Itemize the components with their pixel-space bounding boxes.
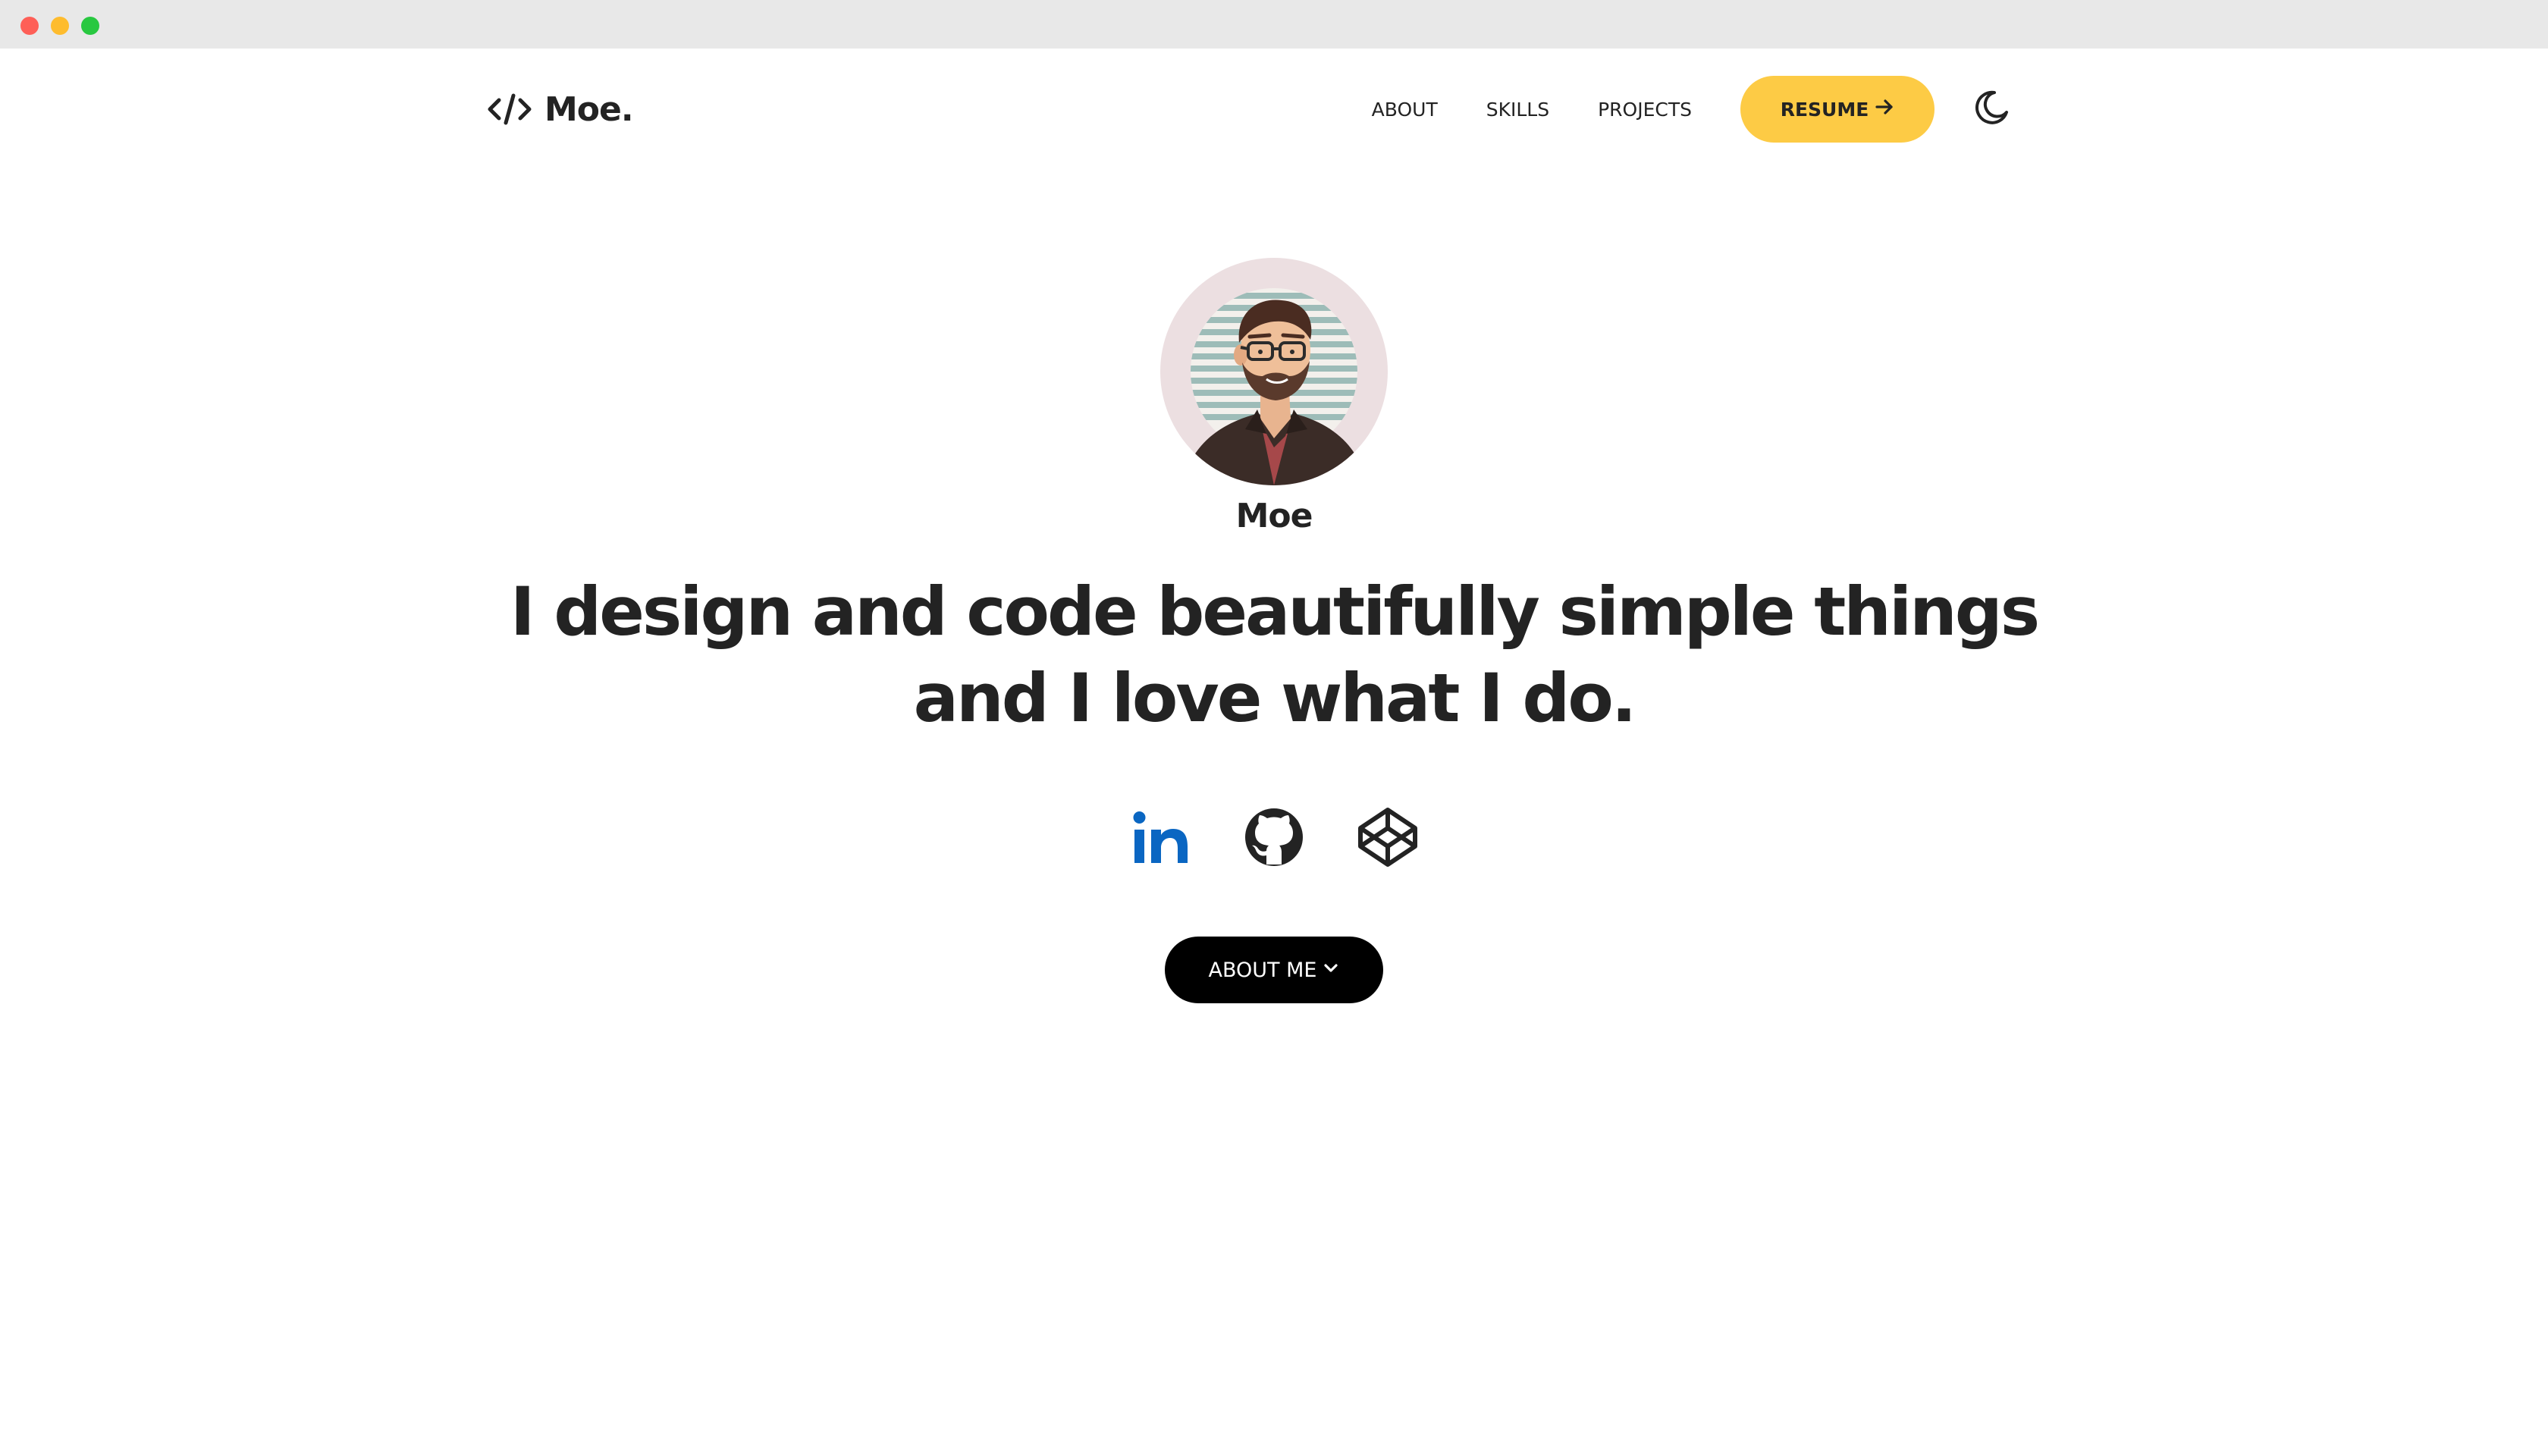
- nav-link-about[interactable]: ABOUT: [1372, 99, 1438, 121]
- about-me-button[interactable]: ABOUT ME: [1165, 937, 1383, 1003]
- site-logo[interactable]: Moe.: [485, 85, 634, 133]
- social-links: [1122, 805, 1426, 872]
- logo-text: Moe.: [544, 89, 634, 129]
- hero-name: Moe: [1235, 497, 1313, 535]
- about-me-button-label: ABOUT ME: [1208, 958, 1317, 982]
- avatar: [1160, 258, 1388, 485]
- github-icon: [1244, 807, 1304, 871]
- arrow-right-icon: [1875, 97, 1894, 121]
- resume-button[interactable]: RESUME: [1740, 76, 1935, 143]
- chevron-down-icon: [1323, 959, 1339, 982]
- resume-button-label: RESUME: [1780, 98, 1869, 121]
- hero-headline-line-2: and I love what I do.: [913, 659, 1637, 737]
- moon-icon: [1972, 88, 2011, 131]
- nav-link-projects[interactable]: PROJECTS: [1598, 99, 1692, 121]
- avatar-illustration: [1183, 288, 1367, 485]
- window-titlebar: [0, 0, 2548, 49]
- nav-link-skills[interactable]: SKILLS: [1486, 99, 1549, 121]
- theme-toggle-button[interactable]: [1970, 88, 2013, 130]
- main-nav: ABOUT SKILLS PROJECTS RESUME: [1372, 76, 1935, 143]
- linkedin-icon: [1130, 807, 1191, 871]
- codepen-icon: [1356, 805, 1420, 873]
- minimize-window-button[interactable]: [51, 17, 69, 35]
- hero-headline-line-1: I design and code beautifully simple thi…: [510, 573, 2040, 651]
- codepen-link[interactable]: [1356, 807, 1420, 871]
- github-link[interactable]: [1242, 807, 1306, 871]
- code-brackets-icon: [485, 91, 534, 127]
- hero-headline: I design and code beautifully simple thi…: [440, 569, 2108, 742]
- linkedin-link[interactable]: [1128, 807, 1192, 871]
- close-window-button[interactable]: [20, 17, 39, 35]
- maximize-window-button[interactable]: [81, 17, 99, 35]
